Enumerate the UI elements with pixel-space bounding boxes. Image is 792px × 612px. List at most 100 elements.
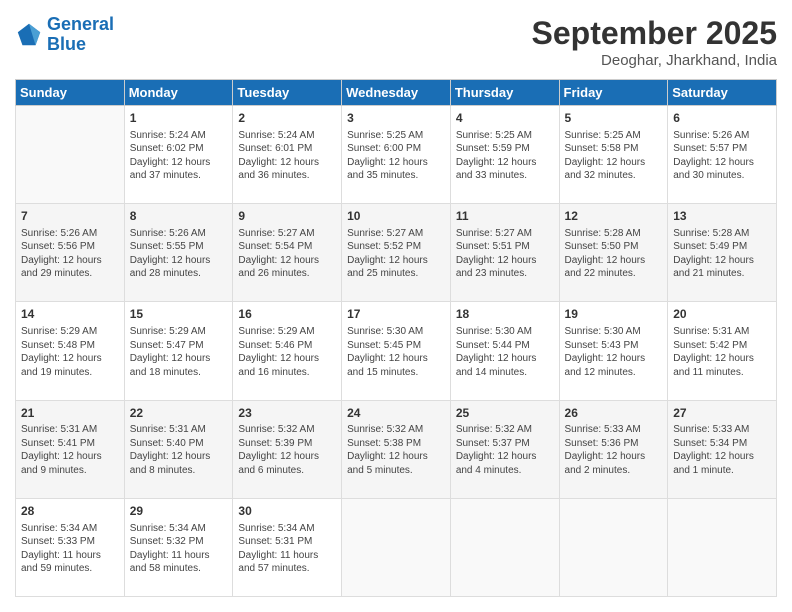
calendar-cell: 18Sunrise: 5:30 AM Sunset: 5:44 PM Dayli… [450, 302, 559, 400]
day-number: 16 [238, 306, 336, 323]
cell-content: Sunrise: 5:32 AM Sunset: 5:38 PM Dayligh… [347, 423, 445, 477]
logo-text: General Blue [47, 15, 114, 55]
calendar-cell [450, 498, 559, 596]
calendar-cell: 5 Sunrise: 5:25 AM Sunset: 5:58 PM Daylig… [559, 106, 668, 204]
cell-content: Sunrise: 5:30 AM Sunset: 5:45 PM Dayligh… [347, 325, 445, 379]
title-block: September 2025 Deoghar, Jharkhand, India [532, 15, 777, 69]
cell-content: Sunrise: 5:33 AM Sunset: 5:34 PM Dayligh… [673, 423, 771, 477]
calendar-cell: 22Sunrise: 5:31 AM Sunset: 5:40 PM Dayli… [124, 400, 233, 498]
cell-content: Sunrise: 5:34 AM Sunset: 5:33 PM Dayligh… [21, 522, 119, 576]
day-number: 27 [673, 405, 771, 422]
day-number: 28 [21, 503, 119, 520]
weekday-header: Tuesday [233, 80, 342, 106]
day-number: 26 [565, 405, 663, 422]
day-number: 12 [565, 208, 663, 225]
calendar-cell: 3 Sunrise: 5:25 AM Sunset: 6:00 PM Daylig… [342, 106, 451, 204]
day-number: 15 [130, 306, 228, 323]
cell-content: Sunrise: 5:30 AM Sunset: 5:43 PM Dayligh… [565, 325, 663, 379]
day-number: 20 [673, 306, 771, 323]
calendar-cell: 25Sunrise: 5:32 AM Sunset: 5:37 PM Dayli… [450, 400, 559, 498]
cell-content: Sunrise: 5:26 AM Sunset: 5:57 PM Dayligh… [673, 129, 771, 183]
day-number: 2 [238, 110, 336, 127]
calendar-cell: 13Sunrise: 5:28 AM Sunset: 5:49 PM Dayli… [668, 204, 777, 302]
calendar-cell: 14Sunrise: 5:29 AM Sunset: 5:48 PM Dayli… [16, 302, 125, 400]
day-number: 9 [238, 208, 336, 225]
calendar-cell [668, 498, 777, 596]
cell-content: Sunrise: 5:29 AM Sunset: 5:47 PM Dayligh… [130, 325, 228, 379]
calendar-cell: 28 Sunrise: 5:34 AM Sunset: 5:33 PM Dayli… [16, 498, 125, 596]
calendar-cell [16, 106, 125, 204]
weekday-header: Friday [559, 80, 668, 106]
cell-content: Sunrise: 5:27 AM Sunset: 5:51 PM Dayligh… [456, 227, 554, 281]
calendar-cell: 24Sunrise: 5:32 AM Sunset: 5:38 PM Dayli… [342, 400, 451, 498]
cell-content: Sunrise: 5:31 AM Sunset: 5:40 PM Dayligh… [130, 423, 228, 477]
calendar-row: 14Sunrise: 5:29 AM Sunset: 5:48 PM Dayli… [16, 302, 777, 400]
calendar-cell: 4 Sunrise: 5:25 AM Sunset: 5:59 PM Daylig… [450, 106, 559, 204]
calendar-cell: 15 Sunrise: 5:29 AM Sunset: 5:47 PM Dayli… [124, 302, 233, 400]
calendar-cell: 9Sunrise: 5:27 AM Sunset: 5:54 PM Daylig… [233, 204, 342, 302]
calendar-row: 21Sunrise: 5:31 AM Sunset: 5:41 PM Dayli… [16, 400, 777, 498]
calendar-cell: 26Sunrise: 5:33 AM Sunset: 5:36 PM Dayli… [559, 400, 668, 498]
header: General Blue September 2025 Deoghar, Jha… [15, 15, 777, 69]
weekday-header: Sunday [16, 80, 125, 106]
cell-content: Sunrise: 5:27 AM Sunset: 5:52 PM Dayligh… [347, 227, 445, 281]
day-number: 19 [565, 306, 663, 323]
cell-content: Sunrise: 5:25 AM Sunset: 5:59 PM Dayligh… [456, 129, 554, 183]
calendar-header-row: SundayMondayTuesdayWednesdayThursdayFrid… [16, 80, 777, 106]
cell-content: Sunrise: 5:34 AM Sunset: 5:32 PM Dayligh… [130, 522, 228, 576]
day-number: 18 [456, 306, 554, 323]
day-number: 4 [456, 110, 554, 127]
calendar-cell [342, 498, 451, 596]
calendar-cell: 27Sunrise: 5:33 AM Sunset: 5:34 PM Dayli… [668, 400, 777, 498]
day-number: 21 [21, 405, 119, 422]
cell-content: Sunrise: 5:28 AM Sunset: 5:49 PM Dayligh… [673, 227, 771, 281]
day-number: 29 [130, 503, 228, 520]
cell-content: Sunrise: 5:25 AM Sunset: 5:58 PM Dayligh… [565, 129, 663, 183]
cell-content: Sunrise: 5:28 AM Sunset: 5:50 PM Dayligh… [565, 227, 663, 281]
calendar-cell: 7Sunrise: 5:26 AM Sunset: 5:56 PM Daylig… [16, 204, 125, 302]
day-number: 23 [238, 405, 336, 422]
calendar-cell: 30 Sunrise: 5:34 AM Sunset: 5:31 PM Dayli… [233, 498, 342, 596]
cell-content: Sunrise: 5:24 AM Sunset: 6:01 PM Dayligh… [238, 129, 336, 183]
day-number: 7 [21, 208, 119, 225]
cell-content: Sunrise: 5:26 AM Sunset: 5:55 PM Dayligh… [130, 227, 228, 281]
logo-icon [15, 21, 43, 49]
calendar-cell: 16 Sunrise: 5:29 AM Sunset: 5:46 PM Dayli… [233, 302, 342, 400]
day-number: 8 [130, 208, 228, 225]
calendar-row: 28 Sunrise: 5:34 AM Sunset: 5:33 PM Dayli… [16, 498, 777, 596]
calendar-cell: 20 Sunrise: 5:31 AM Sunset: 5:42 PM Dayli… [668, 302, 777, 400]
day-number: 3 [347, 110, 445, 127]
day-number: 25 [456, 405, 554, 422]
day-number: 30 [238, 503, 336, 520]
weekday-header: Thursday [450, 80, 559, 106]
day-number: 6 [673, 110, 771, 127]
calendar-cell: 21Sunrise: 5:31 AM Sunset: 5:41 PM Dayli… [16, 400, 125, 498]
calendar-cell: 10 Sunrise: 5:27 AM Sunset: 5:52 PM Dayli… [342, 204, 451, 302]
day-number: 5 [565, 110, 663, 127]
day-number: 14 [21, 306, 119, 323]
calendar-cell: 2 Sunrise: 5:24 AM Sunset: 6:01 PM Daylig… [233, 106, 342, 204]
weekday-header: Monday [124, 80, 233, 106]
calendar-cell: 12 Sunrise: 5:28 AM Sunset: 5:50 PM Dayli… [559, 204, 668, 302]
weekday-header: Saturday [668, 80, 777, 106]
calendar-cell [559, 498, 668, 596]
logo: General Blue [15, 15, 114, 55]
cell-content: Sunrise: 5:31 AM Sunset: 5:42 PM Dayligh… [673, 325, 771, 379]
cell-content: Sunrise: 5:29 AM Sunset: 5:46 PM Dayligh… [238, 325, 336, 379]
calendar-row: 1Sunrise: 5:24 AM Sunset: 6:02 PM Daylig… [16, 106, 777, 204]
day-number: 22 [130, 405, 228, 422]
day-number: 1 [130, 110, 228, 127]
calendar-cell: 6 Sunrise: 5:26 AM Sunset: 5:57 PM Daylig… [668, 106, 777, 204]
day-number: 24 [347, 405, 445, 422]
calendar-cell: 8 Sunrise: 5:26 AM Sunset: 5:55 PM Daylig… [124, 204, 233, 302]
calendar-row: 7Sunrise: 5:26 AM Sunset: 5:56 PM Daylig… [16, 204, 777, 302]
day-number: 17 [347, 306, 445, 323]
cell-content: Sunrise: 5:32 AM Sunset: 5:37 PM Dayligh… [456, 423, 554, 477]
calendar-table: SundayMondayTuesdayWednesdayThursdayFrid… [15, 79, 777, 597]
day-number: 11 [456, 208, 554, 225]
cell-content: Sunrise: 5:34 AM Sunset: 5:31 PM Dayligh… [238, 522, 336, 576]
weekday-header: Wednesday [342, 80, 451, 106]
month-title: September 2025 [532, 15, 777, 52]
day-number: 10 [347, 208, 445, 225]
cell-content: Sunrise: 5:25 AM Sunset: 6:00 PM Dayligh… [347, 129, 445, 183]
